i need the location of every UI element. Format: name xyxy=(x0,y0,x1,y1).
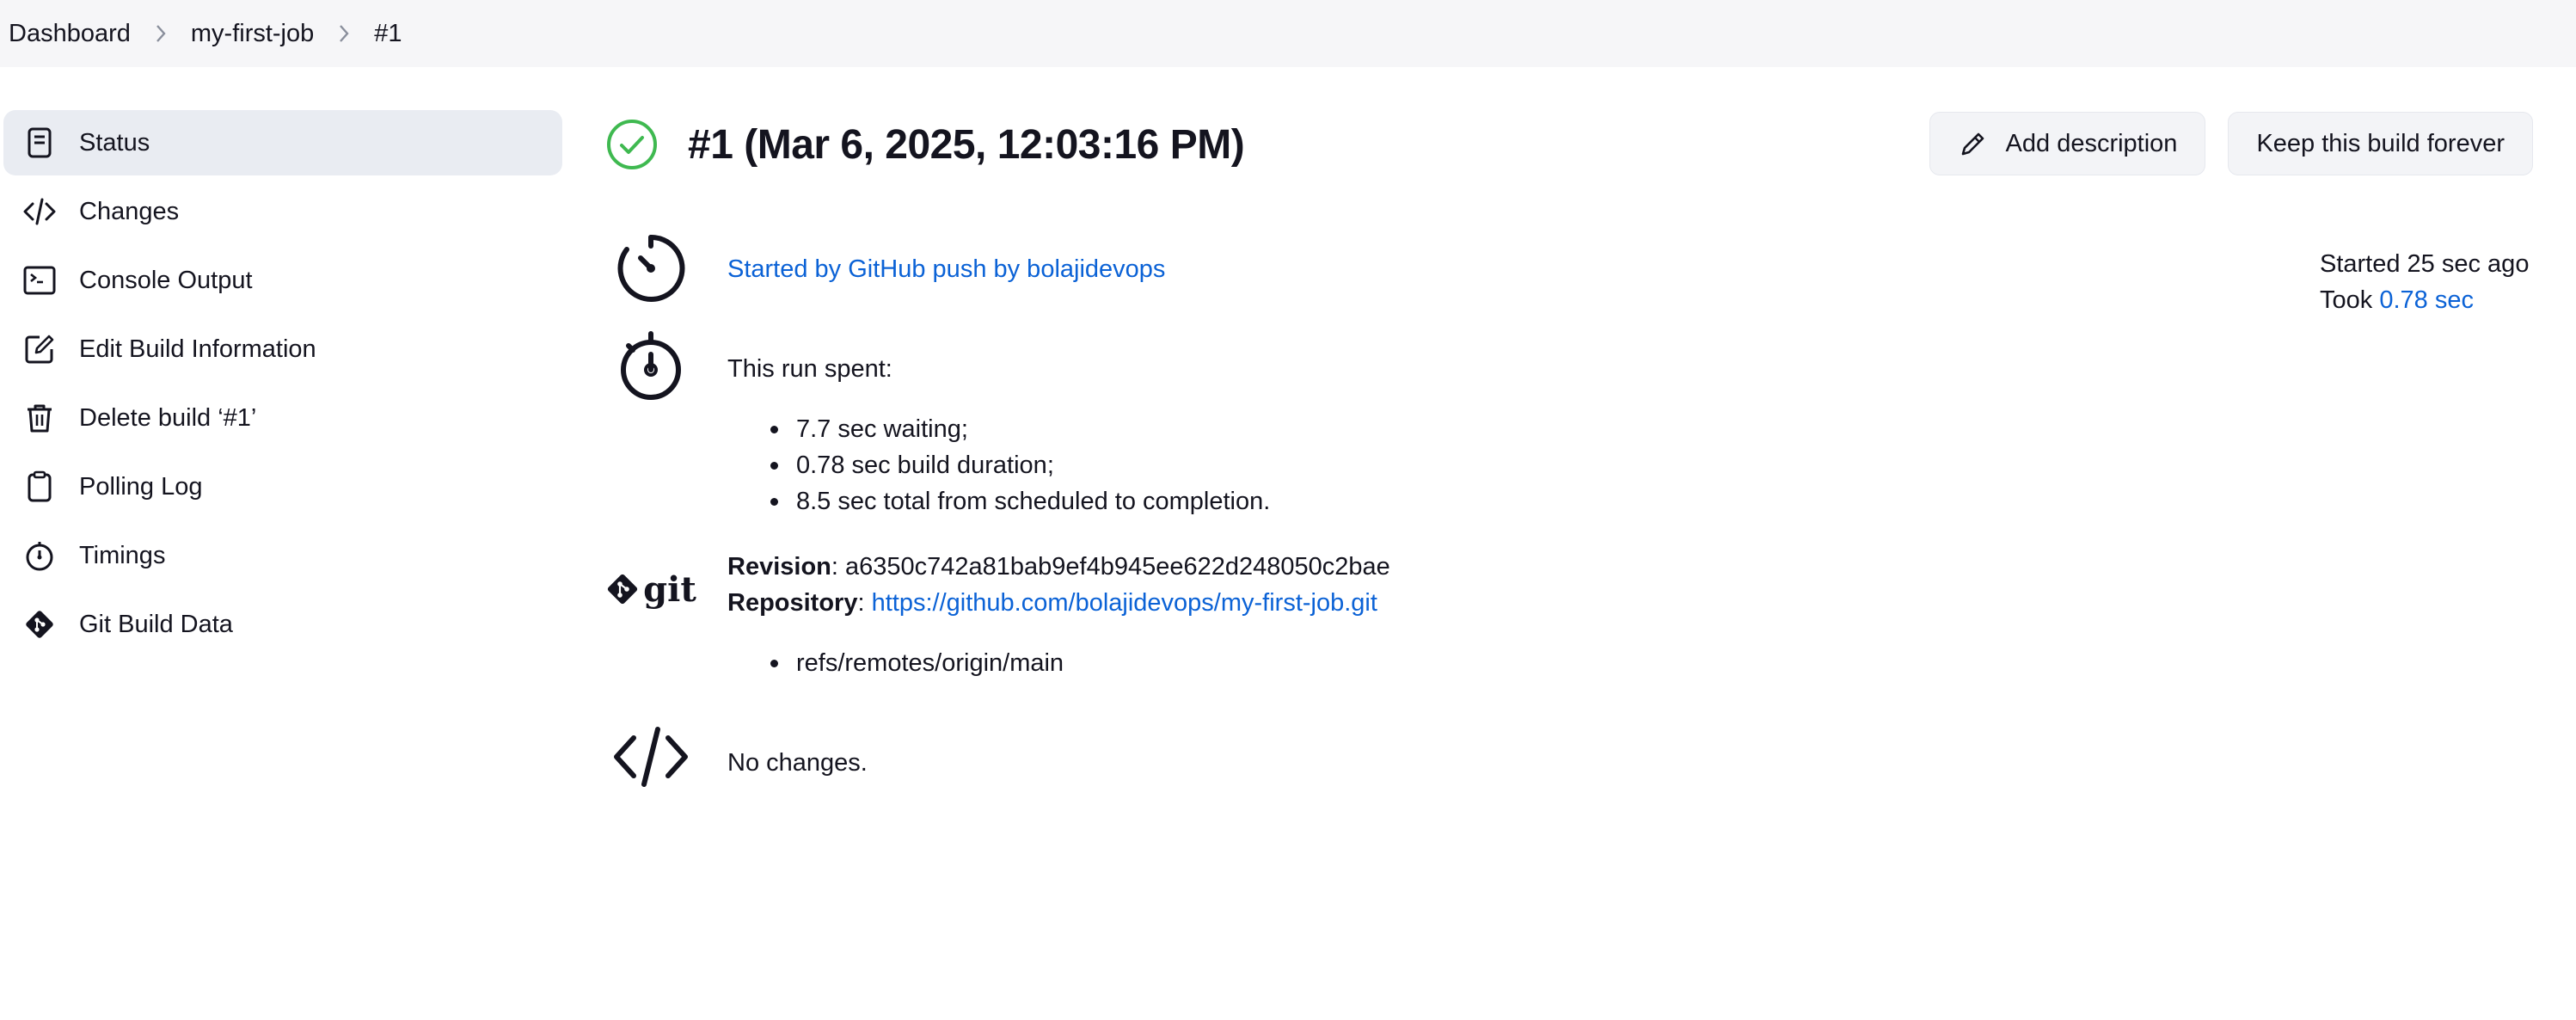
sidebar: Status Changes Console Output Edit Build… xyxy=(3,110,562,661)
git-logo-text: git xyxy=(643,568,696,610)
keep-forever-button[interactable]: Keep this build forever xyxy=(2228,112,2533,175)
breadcrumb-build[interactable]: #1 xyxy=(374,20,402,48)
chevron-right-icon xyxy=(131,22,191,45)
started-text: Started 25 sec ago xyxy=(2320,250,2530,278)
sidebar-item-changes[interactable]: Changes xyxy=(3,179,562,244)
sidebar-item-label: Git Build Data xyxy=(79,610,233,638)
no-changes-text: No changes. xyxy=(727,749,868,777)
refs-list: refs/remotes/origin/main xyxy=(770,645,1390,681)
sidebar-item-label: Console Output xyxy=(79,266,253,294)
sidebar-item-console-output[interactable]: Console Output xyxy=(3,248,562,313)
success-check-icon xyxy=(607,120,657,169)
breadcrumb-dashboard[interactable]: Dashboard xyxy=(9,20,131,48)
page-title: #1 (Mar 6, 2025, 12:03:16 PM) xyxy=(688,121,1245,168)
sidebar-item-label: Polling Log xyxy=(79,472,203,501)
trash-icon xyxy=(21,399,58,437)
list-item: refs/remotes/origin/main xyxy=(770,645,1390,681)
add-description-button[interactable]: Add description xyxy=(1929,112,2206,175)
keep-forever-label: Keep this build forever xyxy=(2256,129,2505,157)
revision-hash: a6350c742a81bab9ef4b945ee622d248050c2bae xyxy=(845,553,1390,581)
git-icon xyxy=(608,574,638,605)
sidebar-item-delete-build[interactable]: Delete build ‘#1’ xyxy=(3,385,562,451)
breadcrumb: Dashboard my-first-job #1 xyxy=(0,0,2576,67)
sidebar-item-label: Delete build ‘#1’ xyxy=(79,403,257,432)
took-line: Took 0.78 sec xyxy=(2320,282,2529,318)
sidebar-item-label: Changes xyxy=(79,197,180,225)
sidebar-item-status[interactable]: Status xyxy=(3,110,562,175)
sidebar-item-git-build-data[interactable]: Git Build Data xyxy=(3,592,562,657)
sidebar-item-label: Status xyxy=(79,128,150,157)
trigger-link[interactable]: Started by GitHub push by bolajidevops xyxy=(727,255,1165,283)
timing-list: 7.7 sec waiting; 0.78 sec build duration… xyxy=(770,411,1270,519)
sidebar-item-label: Timings xyxy=(79,541,166,569)
header-actions: Add description Keep this build forever xyxy=(1929,112,2533,175)
repository-label: Repository xyxy=(727,589,858,617)
build-summary: Started 25 sec ago Took 0.78 sec xyxy=(2320,246,2529,318)
sidebar-item-edit-build-information[interactable]: Edit Build Information xyxy=(3,316,562,382)
terminal-icon xyxy=(21,261,58,299)
edit-icon xyxy=(21,330,58,368)
git-icon xyxy=(21,605,58,643)
revision-line: Revision: a6350c742a81bab9ef4b945ee622d2… xyxy=(727,553,1390,581)
repository-line: Repository: https://github.com/bolajidev… xyxy=(727,589,1377,617)
sidebar-item-timings[interactable]: Timings xyxy=(3,523,562,588)
stopwatch-icon xyxy=(21,537,58,575)
breadcrumb-job[interactable]: my-first-job xyxy=(191,20,314,48)
list-item: 0.78 sec build duration; xyxy=(770,447,1270,483)
stopwatch-icon xyxy=(621,331,681,400)
sidebar-item-polling-log[interactable]: Polling Log xyxy=(3,454,562,519)
git-section: git Revision: a6350c742a81bab9ef4b945ee6… xyxy=(605,549,1390,681)
timing-intro: This run spent: xyxy=(727,355,892,383)
sidebar-item-label: Edit Build Information xyxy=(79,335,316,363)
code-icon xyxy=(614,727,688,787)
changes-section: No changes. xyxy=(605,726,868,788)
git-logo: git xyxy=(605,569,696,610)
repository-link[interactable]: https://github.com/bolajidevops/my-first… xyxy=(872,589,1377,617)
chevron-right-icon xyxy=(314,22,374,45)
list-item: 8.5 sec total from scheduled to completi… xyxy=(770,483,1270,519)
timing-section: This run spent: 7.7 sec waiting; 0.78 se… xyxy=(605,330,1270,519)
clipboard-icon xyxy=(21,468,58,506)
code-icon xyxy=(21,193,58,230)
trigger-section: Started by GitHub push by bolajidevops xyxy=(605,232,1165,304)
revision-label: Revision xyxy=(727,553,831,581)
took-duration-link[interactable]: 0.78 sec xyxy=(2379,286,2474,314)
list-item: 7.7 sec waiting; xyxy=(770,411,1270,447)
document-icon xyxy=(21,124,58,162)
pencil-icon xyxy=(1961,132,1984,156)
add-description-label: Add description xyxy=(2005,129,2178,157)
took-label: Took xyxy=(2320,286,2373,314)
timer-icon xyxy=(617,234,685,302)
